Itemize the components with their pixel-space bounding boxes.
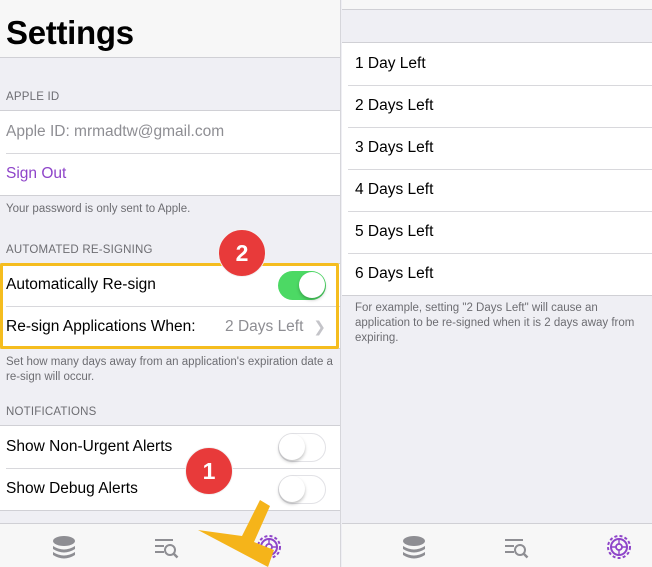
step-badge-2: 2	[218, 229, 266, 277]
non-urgent-label: Show Non-Urgent Alerts	[6, 438, 173, 455]
chevron-right-icon: ❯	[313, 319, 326, 336]
resign-when-value: 2 Days Left	[225, 318, 304, 335]
password-note: Your password is only sent to Apple.	[6, 203, 191, 215]
search-list-icon[interactable]	[502, 533, 530, 561]
auto-resign-toggle[interactable]	[278, 270, 326, 300]
layers-icon[interactable]	[400, 533, 428, 561]
option-row[interactable]: 2 Days Left	[342, 85, 652, 127]
auto-resign-row: Automatically Re-sign	[0, 264, 340, 306]
resign-when-label: Re-sign Applications When:	[6, 318, 196, 335]
resign-note: Set how many days away from an applicati…	[6, 356, 333, 383]
page-title: Settings	[6, 14, 134, 51]
tab-bar	[342, 523, 652, 567]
apple-id-group: Apple ID: mrmadtw@gmail.com Sign Out	[0, 110, 340, 196]
notifications-section-header: NOTIFICATIONS	[6, 406, 97, 418]
option-row[interactable]: 4 Days Left	[342, 169, 652, 211]
auto-resign-label: Automatically Re-sign	[6, 276, 156, 293]
option-row[interactable]: 1 Day Left	[342, 43, 652, 85]
option-row[interactable]: 3 Days Left	[342, 127, 652, 169]
sign-out-button[interactable]: Sign Out	[6, 165, 66, 183]
sign-out-row[interactable]: Sign Out	[0, 153, 340, 195]
debug-label: Show Debug Alerts	[6, 480, 138, 497]
resign-when-row[interactable]: Re-sign Applications When: 2 Days Left ❯	[0, 306, 340, 348]
toggle-knob	[298, 272, 325, 298]
resign-section-header: AUTOMATED RE-SIGNING	[6, 244, 153, 256]
non-urgent-row: Show Non-Urgent Alerts	[0, 426, 340, 468]
option-label: 3 Days Left	[355, 139, 434, 156]
gear-icon[interactable]	[605, 533, 633, 561]
apple-id-section-header: APPLE ID	[6, 91, 60, 103]
step-badge-1: 1	[185, 447, 233, 495]
option-label: 2 Days Left	[355, 97, 434, 114]
option-label: 4 Days Left	[355, 181, 434, 198]
option-label: 1 Day Left	[355, 55, 426, 72]
non-urgent-toggle[interactable]	[278, 432, 326, 462]
option-label: 5 Days Left	[355, 223, 434, 240]
days-left-group: 1 Day Left 2 Days Left 3 Days Left 4 Day…	[342, 42, 652, 296]
option-row[interactable]: 5 Days Left	[342, 211, 652, 253]
settings-pane: Settings APPLE ID Apple ID: mrmadtw@gmai…	[0, 0, 341, 567]
example-note: For example, setting "2 Days Left" will …	[355, 302, 635, 344]
apple-id-text: Apple ID: mrmadtw@gmail.com	[6, 123, 225, 140]
resign-options-pane: 1 Day Left 2 Days Left 3 Days Left 4 Day…	[342, 0, 652, 567]
option-row[interactable]: 6 Days Left	[342, 253, 652, 295]
toggle-knob	[279, 433, 305, 460]
apple-id-row[interactable]: Apple ID: mrmadtw@gmail.com	[0, 111, 340, 153]
navigation-bar	[342, 0, 652, 10]
search-list-icon[interactable]	[152, 533, 180, 561]
layers-icon[interactable]	[50, 533, 78, 561]
option-label: 6 Days Left	[355, 265, 434, 282]
resign-group: Automatically Re-sign Re-sign Applicatio…	[0, 263, 340, 349]
